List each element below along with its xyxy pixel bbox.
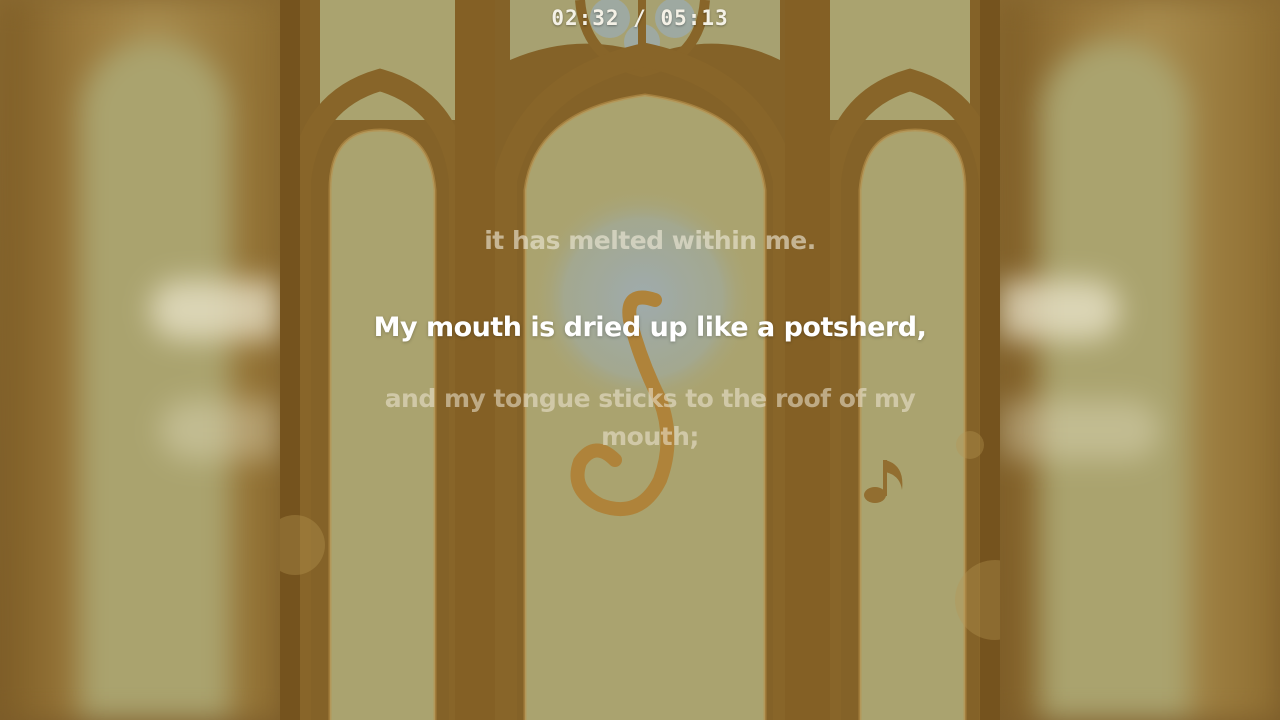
blurred-background-right bbox=[1000, 0, 1280, 720]
album-artwork bbox=[280, 0, 1000, 720]
lyric-line-current: My mouth is dried up like a potsherd, bbox=[373, 312, 927, 343]
lyric-line-previous: it has melted within me. bbox=[484, 226, 816, 255]
blurred-background-left bbox=[0, 0, 280, 720]
lyric-line-next: and my tongue sticks to the roof of my m… bbox=[384, 384, 916, 451]
player-stage: 02:32 / 05:13 it has melted within me. M… bbox=[0, 0, 1280, 720]
playback-time: 02:32 / 05:13 bbox=[551, 6, 729, 30]
